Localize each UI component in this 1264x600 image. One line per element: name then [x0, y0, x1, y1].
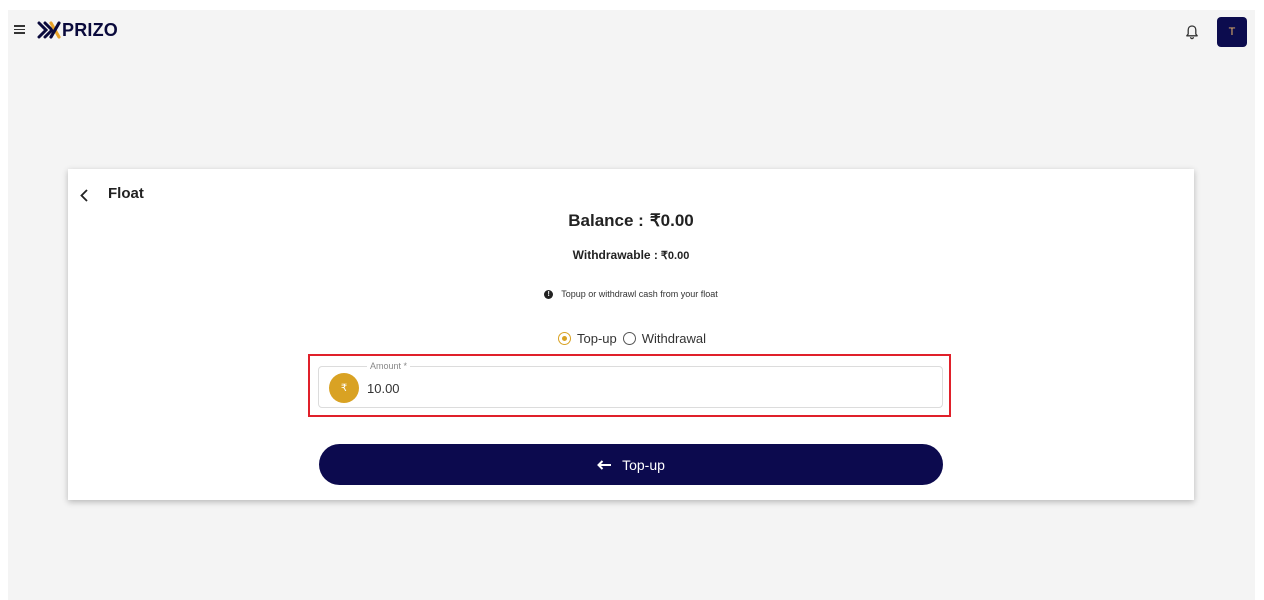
amount-label: Amount *	[367, 360, 411, 372]
withdrawable-value: ₹0.00	[660, 250, 690, 262]
menu-icon[interactable]	[14, 25, 25, 34]
radio-withdrawal-label: Withdrawal	[641, 331, 707, 346]
topup-button-label: Top-up	[622, 456, 665, 473]
amount-field[interactable]: Amount * ₹	[318, 360, 943, 408]
back-button[interactable]	[76, 186, 92, 204]
bell-icon[interactable]	[1185, 24, 1199, 40]
withdrawable-display: Withdrawable : ₹0.00	[68, 248, 1194, 262]
brand-name: PRIZO	[62, 20, 119, 40]
balance-value: ₹0.00	[649, 211, 694, 230]
balance-label: Balance :	[568, 211, 644, 230]
back-arrow-icon	[80, 188, 88, 202]
withdrawable-label: Withdrawable :	[572, 248, 658, 262]
arrow-left-icon	[597, 459, 612, 470]
top-bar: PRIZO T	[0, 0, 1264, 47]
page-title: Float	[108, 185, 144, 202]
radio-topup[interactable]: Top-up	[558, 331, 617, 346]
avatar[interactable]: T	[1217, 17, 1247, 47]
logo-mark-icon	[37, 21, 61, 39]
float-card: Float Balance : ₹0.00 Withdrawable : ₹0.00…	[68, 169, 1194, 500]
topup-button[interactable]: Top-up	[319, 444, 943, 485]
amount-input[interactable]	[367, 379, 907, 397]
radio-withdrawal-indicator[interactable]	[622, 332, 636, 345]
info-message: ! Topup or withdrawl cash from your floa…	[68, 289, 1194, 299]
radio-withdrawal[interactable]: Withdrawal	[622, 331, 707, 346]
info-icon: !	[544, 289, 554, 299]
rupee-icon: ₹	[329, 373, 359, 403]
transaction-type-radio-group: Top-up Withdrawal	[558, 331, 706, 346]
info-text: Topup or withdrawl cash from your float	[561, 289, 718, 299]
radio-topup-label: Top-up	[577, 331, 617, 346]
radio-topup-indicator[interactable]	[558, 332, 571, 345]
balance-display: Balance : ₹0.00	[68, 211, 1194, 231]
logo[interactable]: PRIZO	[37, 19, 118, 41]
